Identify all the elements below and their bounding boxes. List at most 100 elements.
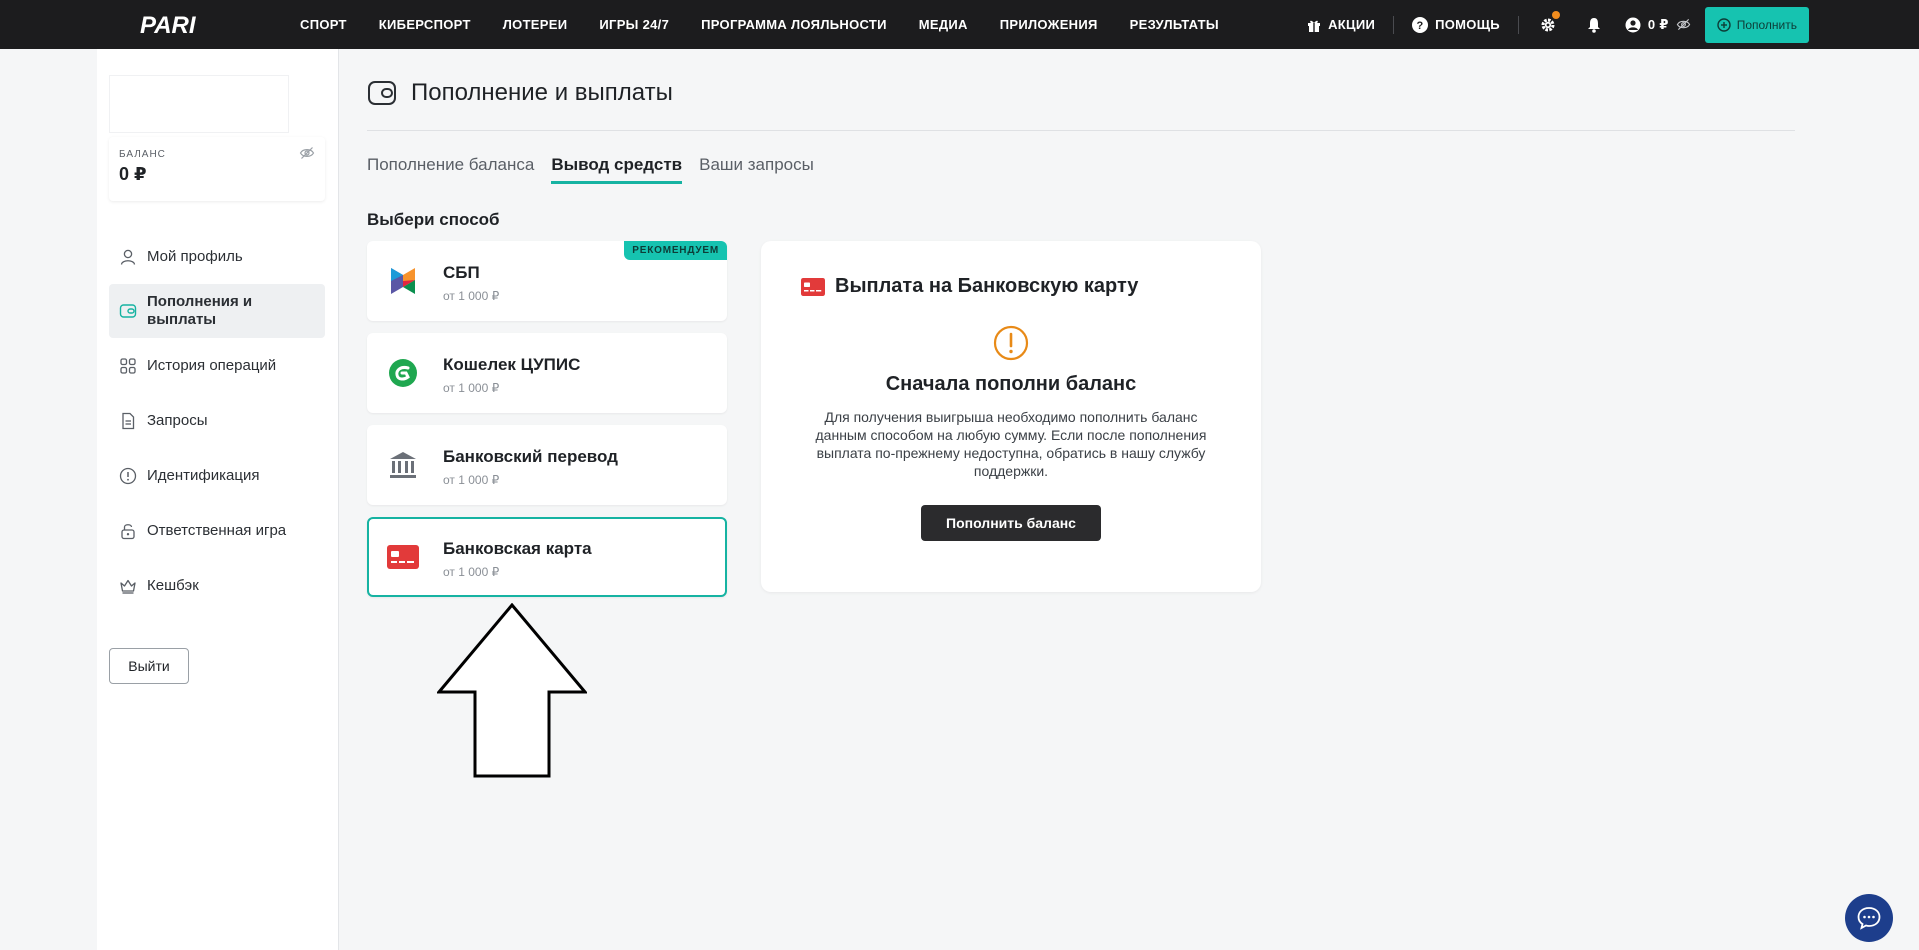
account-balance[interactable]: 0 ₽ xyxy=(1625,17,1691,33)
method-sbp[interactable]: СБП от 1 000 ₽ РЕКОМЕНДУЕМ xyxy=(367,241,727,321)
cupis-icon xyxy=(387,357,419,389)
page-title: Пополнение и выплаты xyxy=(411,79,673,106)
question-icon: ? xyxy=(1412,16,1429,33)
crown-icon xyxy=(120,579,136,594)
profile-banner xyxy=(109,75,289,133)
balance-caption: БАЛАНС xyxy=(119,149,166,160)
header-divider xyxy=(1393,15,1395,34)
logout-button[interactable]: Выйти xyxy=(109,648,189,684)
method-title: Банковский перевод xyxy=(443,447,618,466)
sidebar-item-payments[interactable]: Пополнения и выплаты xyxy=(109,284,325,338)
notifications-button[interactable] xyxy=(1583,14,1605,36)
credit-card-icon xyxy=(387,545,419,569)
user-icon xyxy=(120,249,136,265)
sidebar-item-requests[interactable]: Запросы xyxy=(109,393,325,448)
method-title: СБП xyxy=(443,263,480,282)
tab-requests[interactable]: Ваши запросы xyxy=(699,155,814,184)
pari-logo-mark: PARI xyxy=(140,12,197,36)
bank-icon xyxy=(387,449,419,481)
bell-icon xyxy=(1587,17,1600,33)
top-up-balance-button[interactable]: Пополнить баланс xyxy=(921,505,1101,541)
promo-label: АКЦИИ xyxy=(1328,17,1376,32)
nav-lottery[interactable]: ЛОТЕРЕИ xyxy=(503,17,568,32)
main-nav: СПОРТ КИБЕРСПОРТ ЛОТЕРЕИ ИГРЫ 24/7 ПРОГР… xyxy=(300,0,1251,49)
header-divider xyxy=(1517,15,1519,34)
method-title: Банковская карта xyxy=(443,539,592,558)
nav-games[interactable]: ИГРЫ 24/7 xyxy=(599,17,669,32)
bank-building-icon xyxy=(390,452,416,478)
method-bank-transfer[interactable]: Банковский перевод от 1 000 ₽ xyxy=(367,425,727,505)
sidebar-item-label: Пополнения и выплаты xyxy=(147,293,253,328)
grid-icon xyxy=(120,357,136,374)
balance-card: БАЛАНС 0 ₽ xyxy=(109,137,325,201)
wallet-icon xyxy=(119,304,137,318)
settings-button[interactable] xyxy=(1537,10,1560,36)
info-circle-icon xyxy=(119,467,137,484)
lock-icon xyxy=(121,523,135,539)
sidebar-item-cashback[interactable]: Кешбэк xyxy=(109,558,325,613)
wallet-icon xyxy=(368,81,396,105)
document-icon xyxy=(122,412,135,429)
deposit-label: Пополнить xyxy=(1736,17,1797,32)
balance-value: 0 ₽ xyxy=(119,164,147,184)
nav-media[interactable]: МЕДИА xyxy=(919,17,968,32)
payout-header: Выплата на Банковскую карту xyxy=(801,275,1138,298)
user-circle-icon xyxy=(1625,17,1641,32)
sidebar-item-responsible-gaming[interactable]: Ответственная игра xyxy=(109,503,325,558)
nav-results[interactable]: РЕЗУЛЬТАТЫ xyxy=(1130,17,1219,32)
sidebar-item-label: Ответственная игра xyxy=(147,522,287,539)
method-min-amount: от 1 000 ₽ xyxy=(443,473,500,487)
cupis-logo-icon xyxy=(389,359,417,387)
nav-esport[interactable]: КИБЕРСПОРТ xyxy=(379,17,471,32)
notification-dot xyxy=(1551,10,1560,19)
nav-loyalty[interactable]: ПРОГРАММА ЛОЯЛЬНОСТИ xyxy=(701,17,887,32)
method-min-amount: от 1 000 ₽ xyxy=(443,565,500,579)
chat-bubble-icon xyxy=(1857,907,1881,930)
method-cupis-wallet[interactable]: Кошелек ЦУПИС от 1 000 ₽ xyxy=(367,333,727,413)
method-title: Кошелек ЦУПИС xyxy=(443,355,581,374)
sidebar: БАЛАНС 0 ₽ Мой профиль Пополнения и выпл… xyxy=(97,49,339,950)
nav-apps[interactable]: ПРИЛОЖЕНИЯ xyxy=(1000,17,1098,32)
payment-tabs: Пополнение баланса Вывод средств Ваши за… xyxy=(367,155,831,184)
sidebar-item-history[interactable]: История операций xyxy=(109,338,325,393)
sidebar-item-label: Идентификация xyxy=(147,467,260,484)
help-link[interactable]: ? ПОМОЩЬ xyxy=(1412,16,1500,33)
sidebar-item-label: Запросы xyxy=(147,412,208,429)
sidebar-item-label: Кешбэк xyxy=(147,577,199,594)
sidebar-item-identification[interactable]: Идентификация xyxy=(109,448,325,503)
deposit-button[interactable]: Пополнить xyxy=(1704,6,1809,43)
tab-withdraw[interactable]: Вывод средств xyxy=(551,155,683,184)
sidebar-item-label: Мой профиль xyxy=(147,248,243,265)
page-header: Пополнение и выплаты xyxy=(367,78,673,108)
gear-icon xyxy=(1541,18,1555,31)
section-label: Выбери способ xyxy=(367,210,500,229)
svg-text:?: ? xyxy=(1417,20,1424,32)
payout-title: Выплата на Банковскую карту xyxy=(835,275,1139,297)
recommended-badge: РЕКОМЕНДУЕМ xyxy=(624,241,727,260)
annotation-arrow-icon xyxy=(437,603,587,778)
top-bar: PARI СПОРТ КИБЕРСПОРТ ЛОТЕРЕИ ИГРЫ 24/7 … xyxy=(0,0,1919,49)
payout-heading: Сначала пополни баланс xyxy=(885,373,1137,395)
svg-text:PARI: PARI xyxy=(140,12,197,36)
header-divider-line xyxy=(367,130,1795,131)
sbp-logo-icon xyxy=(391,268,415,294)
bank-card-icon xyxy=(387,541,419,573)
method-bank-card[interactable]: Банковская карта от 1 000 ₽ xyxy=(367,517,727,597)
sbp-icon xyxy=(387,265,419,297)
sidebar-item-profile[interactable]: Мой профиль xyxy=(109,229,325,284)
gift-icon xyxy=(1308,20,1321,32)
pari-logo[interactable]: PARI xyxy=(140,12,236,36)
payout-panel: Выплата на Банковскую карту Сначала попо… xyxy=(761,241,1261,592)
eye-off-icon[interactable] xyxy=(1676,17,1691,32)
method-min-amount: от 1 000 ₽ xyxy=(443,289,500,303)
credit-card-icon xyxy=(801,277,825,296)
chat-button[interactable] xyxy=(1845,894,1893,942)
nav-sport[interactable]: СПОРТ xyxy=(300,17,347,32)
warning-icon xyxy=(993,325,1029,361)
header-balance: 0 ₽ xyxy=(1647,16,1669,32)
header-tools: АКЦИИ ? ПОМОЩЬ 0 ₽ Пополнить xyxy=(1307,0,1809,49)
help-label: ПОМОЩЬ xyxy=(1435,17,1500,32)
tab-deposit[interactable]: Пополнение баланса xyxy=(367,155,534,184)
eye-off-icon[interactable] xyxy=(299,145,315,161)
promo-link[interactable]: АКЦИИ xyxy=(1307,17,1375,32)
